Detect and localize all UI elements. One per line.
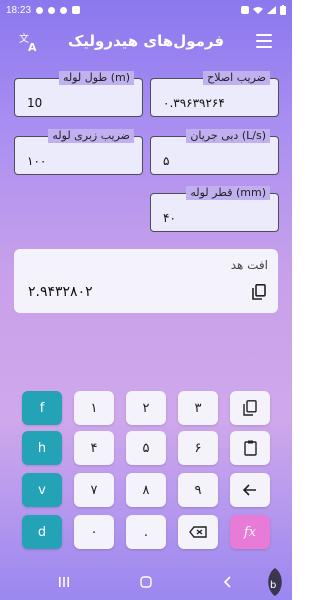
key-7[interactable]: ۷: [74, 473, 114, 507]
copy-key[interactable]: [230, 391, 270, 425]
copy-result-icon[interactable]: [252, 284, 266, 300]
key-0[interactable]: ۰: [74, 515, 114, 549]
roughness-label: ضریب زبری لوله: [48, 129, 134, 143]
key-3[interactable]: ۳: [178, 391, 218, 425]
correction-factor-field[interactable]: ضریب اصلاح ۰.۳۹۶۳۹۲۶۴: [150, 71, 279, 117]
flow-rate-value: ۵: [163, 154, 170, 168]
network-speed-icon: [72, 6, 81, 14]
app-icon: [48, 6, 56, 14]
recent-apps-icon[interactable]: [58, 576, 70, 588]
correction-factor-value: ۰.۳۹۶۳۹۲۶۴: [163, 96, 225, 110]
correction-factor-label: ضریب اصلاح: [203, 71, 270, 85]
flow-rate-label: دبی جریان (L/s): [186, 129, 270, 143]
key-decimal[interactable]: .: [126, 515, 166, 549]
back-icon[interactable]: [222, 576, 232, 588]
svg-text:b: b: [270, 580, 276, 591]
paste-icon: [243, 440, 257, 456]
result-title: افت هد: [230, 258, 268, 272]
copy-icon: [243, 400, 257, 416]
status-time: 18:23: [6, 4, 32, 16]
roughness-value: ۱۰۰: [27, 154, 47, 168]
key-fx[interactable]: fx: [230, 515, 270, 549]
key-f[interactable]: f: [22, 391, 62, 425]
system-navigation-bar: b: [0, 566, 292, 600]
left-arrow-icon: [243, 484, 256, 496]
paste-key[interactable]: [230, 431, 270, 465]
roughness-field[interactable]: ضریب زبری لوله ۱۰۰: [14, 129, 143, 175]
pipe-length-value: 10: [27, 96, 43, 110]
key-1[interactable]: ۱: [74, 391, 114, 425]
back-arrow-key[interactable]: [230, 473, 270, 507]
notification-icon: [36, 6, 44, 14]
page-title: فرمول‌های هیدرولیک: [67, 32, 225, 50]
hamburger-menu-icon[interactable]: [256, 34, 272, 48]
wifi-icon: [253, 7, 263, 14]
status-bar: 18:23: [0, 0, 292, 20]
key-4[interactable]: ۴: [74, 431, 114, 465]
signal-icon: [267, 6, 276, 14]
key-6[interactable]: ۶: [178, 431, 218, 465]
home-icon[interactable]: [140, 576, 152, 588]
result-value: ۲.۹۴۳۲۸۰۲: [28, 284, 93, 300]
flow-rate-field[interactable]: دبی جریان (L/s) ۵: [150, 129, 279, 175]
result-card: افت هد ۲.۹۴۳۲۸۰۲: [14, 249, 278, 313]
mute-icon: [241, 6, 249, 14]
pipe-length-field[interactable]: طول لوله (m) 10: [14, 71, 143, 117]
pipe-length-label: طول لوله (m): [58, 71, 134, 85]
pipe-diameter-label: قطر لوله (mm): [186, 186, 270, 200]
key-h[interactable]: h: [22, 431, 62, 465]
app-screen: 18:23 文 A فرمول‌های هیدرولیک ضریب اصلاح …: [0, 0, 292, 600]
key-2[interactable]: ۲: [126, 391, 166, 425]
pipe-diameter-field[interactable]: قطر لوله (mm) ۴۰: [150, 186, 279, 232]
info-icon: [60, 6, 68, 14]
app-logo-icon: b: [268, 568, 282, 596]
backspace-key[interactable]: [178, 515, 218, 549]
key-5[interactable]: ۵: [126, 431, 166, 465]
key-9[interactable]: ۹: [178, 473, 218, 507]
battery-icon: [280, 5, 286, 15]
key-v[interactable]: v: [22, 473, 62, 507]
app-bar: 文 A فرمول‌های هیدرولیک: [0, 22, 292, 62]
pipe-diameter-value: ۴۰: [163, 211, 176, 225]
backspace-icon: [189, 526, 207, 538]
key-8[interactable]: ۸: [126, 473, 166, 507]
key-d[interactable]: d: [22, 515, 62, 549]
